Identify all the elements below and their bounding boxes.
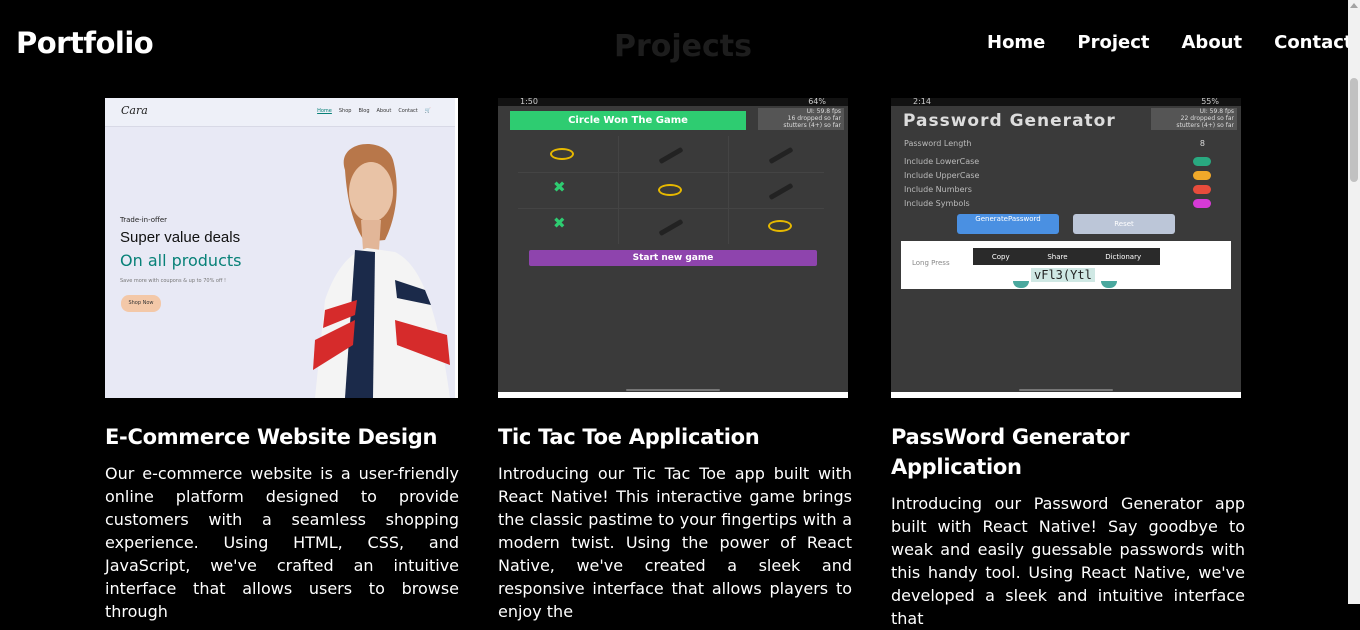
fps-line: stutters (4+) so far <box>1176 122 1234 129</box>
fps-line: UI: 59.8 fps <box>806 108 841 115</box>
brand-logo[interactable]: Portfolio <box>16 26 154 60</box>
phone-status-bar: 1:50 64% <box>498 98 848 106</box>
project-description: Introducing our Password Generator app b… <box>891 494 1245 628</box>
main-nav: Home Project About Contact <box>987 32 1353 53</box>
cross-icon: ✖ <box>553 178 566 196</box>
home-indicator <box>1019 389 1113 391</box>
pencil-icon <box>658 146 684 165</box>
hero-small-text: Save more with coupons & up to 70% off ! <box>120 278 227 284</box>
project-title: Tic Tac Toe Application <box>498 425 760 449</box>
option-label: Include Numbers <box>904 185 972 194</box>
generated-password: vFl3(Ytl <box>1031 268 1095 282</box>
nav-about[interactable]: About <box>1182 32 1243 53</box>
start-new-game-button: Start new game <box>529 250 817 266</box>
fps-line: 22 dropped so far <box>1180 115 1234 122</box>
project-title: E-Commerce Website Design <box>105 425 438 449</box>
project-screenshot[interactable]: Cara Home Shop Blog About Contact 🛒 Trad… <box>105 98 458 398</box>
site-menu-item: Shop <box>338 108 352 114</box>
check-icon <box>1193 171 1211 180</box>
project-card-password-generator: 2:14 55% Password Generator UI: 59.8 fps… <box>891 98 1245 630</box>
project-screenshot[interactable]: 2:14 55% Password Generator UI: 59.8 fps… <box>891 98 1241 398</box>
selection-handle <box>1101 281 1117 288</box>
site-menu-item: About <box>376 108 392 114</box>
length-label: Password Length <box>904 139 972 148</box>
site-menu-item: Contact <box>398 108 418 114</box>
nav-project[interactable]: Project <box>1077 32 1149 53</box>
site-logo: Cara <box>121 104 148 117</box>
project-description: Introducing our Tic Tac Toe app built wi… <box>498 464 852 621</box>
fps-monitor: UI: 59.8 fps 16 dropped so far stutters … <box>758 108 844 130</box>
app-title: Password Generator <box>903 111 1116 131</box>
hero-tag: Trade-in-offer <box>120 216 168 224</box>
option-label: Include UpperCase <box>904 171 980 180</box>
site-menu-item: Blog <box>358 108 370 114</box>
site-header: Cara Home Shop Blog About Contact 🛒 <box>105 98 455 127</box>
scrollbar-thumb[interactable] <box>1350 78 1358 182</box>
context-menu: Copy Share Dictionary <box>973 248 1160 265</box>
project-card-ecommerce: Cara Home Shop Blog About Contact 🛒 Trad… <box>105 98 459 623</box>
nav-contact[interactable]: Contact <box>1274 32 1352 53</box>
status-time: 2:14 <box>913 98 931 106</box>
pencil-icon <box>768 182 794 201</box>
site-menu: Home Shop Blog About Contact 🛒 <box>317 108 431 114</box>
home-indicator <box>626 389 720 391</box>
game-board: ✖ ✖ <box>518 136 824 244</box>
scroll-up-icon[interactable] <box>1350 3 1358 8</box>
section-title: Projects <box>614 29 753 64</box>
project-description: Our e-commerce website is a user-friendl… <box>105 464 459 621</box>
reset-button: Reset <box>1073 214 1175 234</box>
context-share: Share <box>1047 252 1068 261</box>
check-icon <box>1193 185 1211 194</box>
status-time: 1:50 <box>520 98 538 106</box>
fps-line: stutters (4+) so far <box>783 122 841 129</box>
status-battery: 64% <box>808 98 826 106</box>
project-title: PassWord Generator Application <box>891 425 1130 479</box>
fps-monitor: UI: 59.8 fps 22 dropped so far stutters … <box>1151 108 1237 130</box>
context-dictionary: Dictionary <box>1105 252 1142 261</box>
status-battery: 55% <box>1201 98 1219 106</box>
pencil-icon <box>658 218 684 237</box>
shop-now-button: Shop Now <box>121 295 161 312</box>
nav-home[interactable]: Home <box>987 32 1045 53</box>
generate-password-button: GeneratePassword <box>957 214 1059 234</box>
length-value: 8 <box>1199 139 1205 148</box>
circle-icon <box>768 220 792 232</box>
winner-banner: Circle Won The Game <box>510 111 746 130</box>
project-screenshot[interactable]: 1:50 64% Circle Won The Game UI: 59.8 fp… <box>498 98 848 398</box>
option-label: Include LowerCase <box>904 157 980 166</box>
circle-icon <box>550 148 574 160</box>
hero-headline: Super value deals <box>120 229 241 246</box>
fps-line: 16 dropped so far <box>787 115 841 122</box>
password-result: Long Press Copy Share Dictionary vFl3(Yt… <box>901 241 1231 289</box>
selection-handle <box>1013 281 1029 288</box>
project-card-tictactoe: 1:50 64% Circle Won The Game UI: 59.8 fp… <box>498 98 852 623</box>
cart-icon: 🛒 <box>424 108 431 114</box>
long-press-hint: Long Press <box>912 259 950 267</box>
option-label: Include Symbols <box>904 199 970 208</box>
model-image <box>313 143 450 398</box>
circle-icon <box>658 184 682 196</box>
phone-status-bar: 2:14 55% <box>891 98 1241 106</box>
check-icon <box>1193 157 1211 166</box>
cross-icon: ✖ <box>553 214 566 232</box>
page-scrollbar[interactable] <box>1348 0 1360 604</box>
fps-line: UI: 59.8 fps <box>1199 108 1234 115</box>
pencil-icon <box>768 146 794 165</box>
context-copy: Copy <box>991 252 1010 261</box>
hero-subheadline: On all products <box>120 251 242 270</box>
check-icon <box>1193 199 1211 208</box>
site-menu-item: Home <box>317 108 332 114</box>
